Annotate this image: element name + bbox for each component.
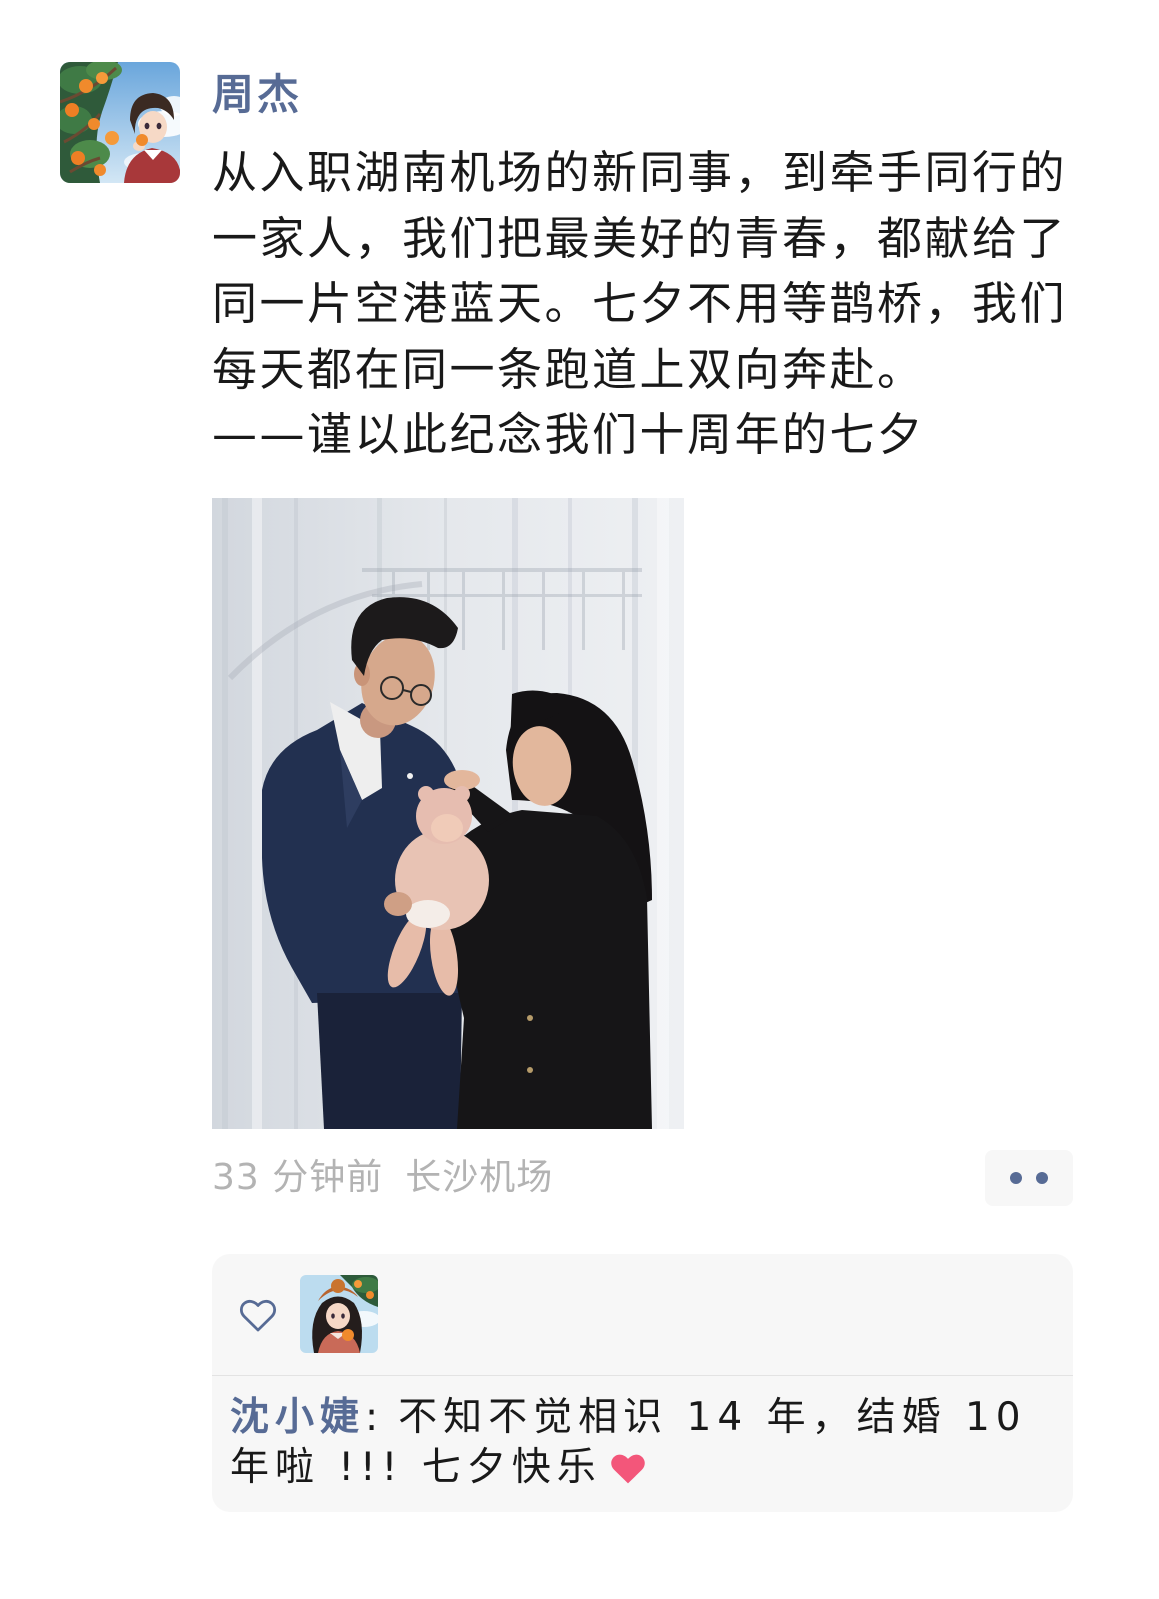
- comment-text: 不知不觉相识 14 年，结婚 10: [398, 1395, 1027, 1440]
- post-photo-image: [212, 498, 684, 1129]
- post-meta: 33 分钟前 长沙机场: [212, 1154, 553, 1202]
- comment-separator: :: [365, 1395, 385, 1440]
- comment-author[interactable]: 沈小婕: [230, 1395, 365, 1440]
- more-dots-icon: [1036, 1172, 1048, 1184]
- post-photo[interactable]: [212, 498, 684, 1129]
- author-avatar-icon: [60, 62, 180, 183]
- author-name[interactable]: 周杰: [212, 70, 302, 120]
- heart-outline-icon: [238, 1297, 278, 1333]
- comment-text: 年啦 !!! 七夕快乐: [230, 1445, 602, 1490]
- post-text-line: 每天都在同一条跑道上双向奔赴。: [212, 342, 925, 396]
- post-text-line: ——谨以此纪念我们十周年的七夕: [212, 408, 925, 462]
- post-text-line: 同一片空港蓝天。七夕不用等鹊桥，我们: [212, 277, 1068, 331]
- comment-item[interactable]: 沈小婕: 不知不觉相识 14 年，结婚 10 年啦 !!! 七夕快乐: [230, 1393, 1058, 1493]
- divider: [212, 1375, 1073, 1376]
- interaction-panel: 沈小婕: 不知不觉相识 14 年，结婚 10 年啦 !!! 七夕快乐: [212, 1254, 1073, 1512]
- post-location[interactable]: 长沙机场: [405, 1157, 553, 1198]
- author-avatar[interactable]: [60, 62, 180, 183]
- liker-avatar[interactable]: [300, 1275, 378, 1353]
- red-heart-icon: [608, 1451, 648, 1485]
- post-text-line: 一家人，我们把最美好的青春，都献给了: [212, 211, 1068, 265]
- more-button[interactable]: [985, 1150, 1073, 1206]
- comment-line: 年啦 !!! 七夕快乐: [230, 1443, 1058, 1493]
- post-text-line: 从入职湖南机场的新同事，到牵手同行的: [212, 146, 1068, 199]
- more-dots-icon: [1010, 1172, 1022, 1184]
- liker-avatar-icon: [300, 1275, 378, 1353]
- comment-line: 沈小婕: 不知不觉相识 14 年，结婚 10: [230, 1393, 1058, 1443]
- post-time: 33 分钟前: [212, 1157, 384, 1198]
- post-text: 从入职湖南机场的新同事，到牵手同行的 一家人，我们把最美好的青春，都献给了 同一…: [212, 140, 1092, 468]
